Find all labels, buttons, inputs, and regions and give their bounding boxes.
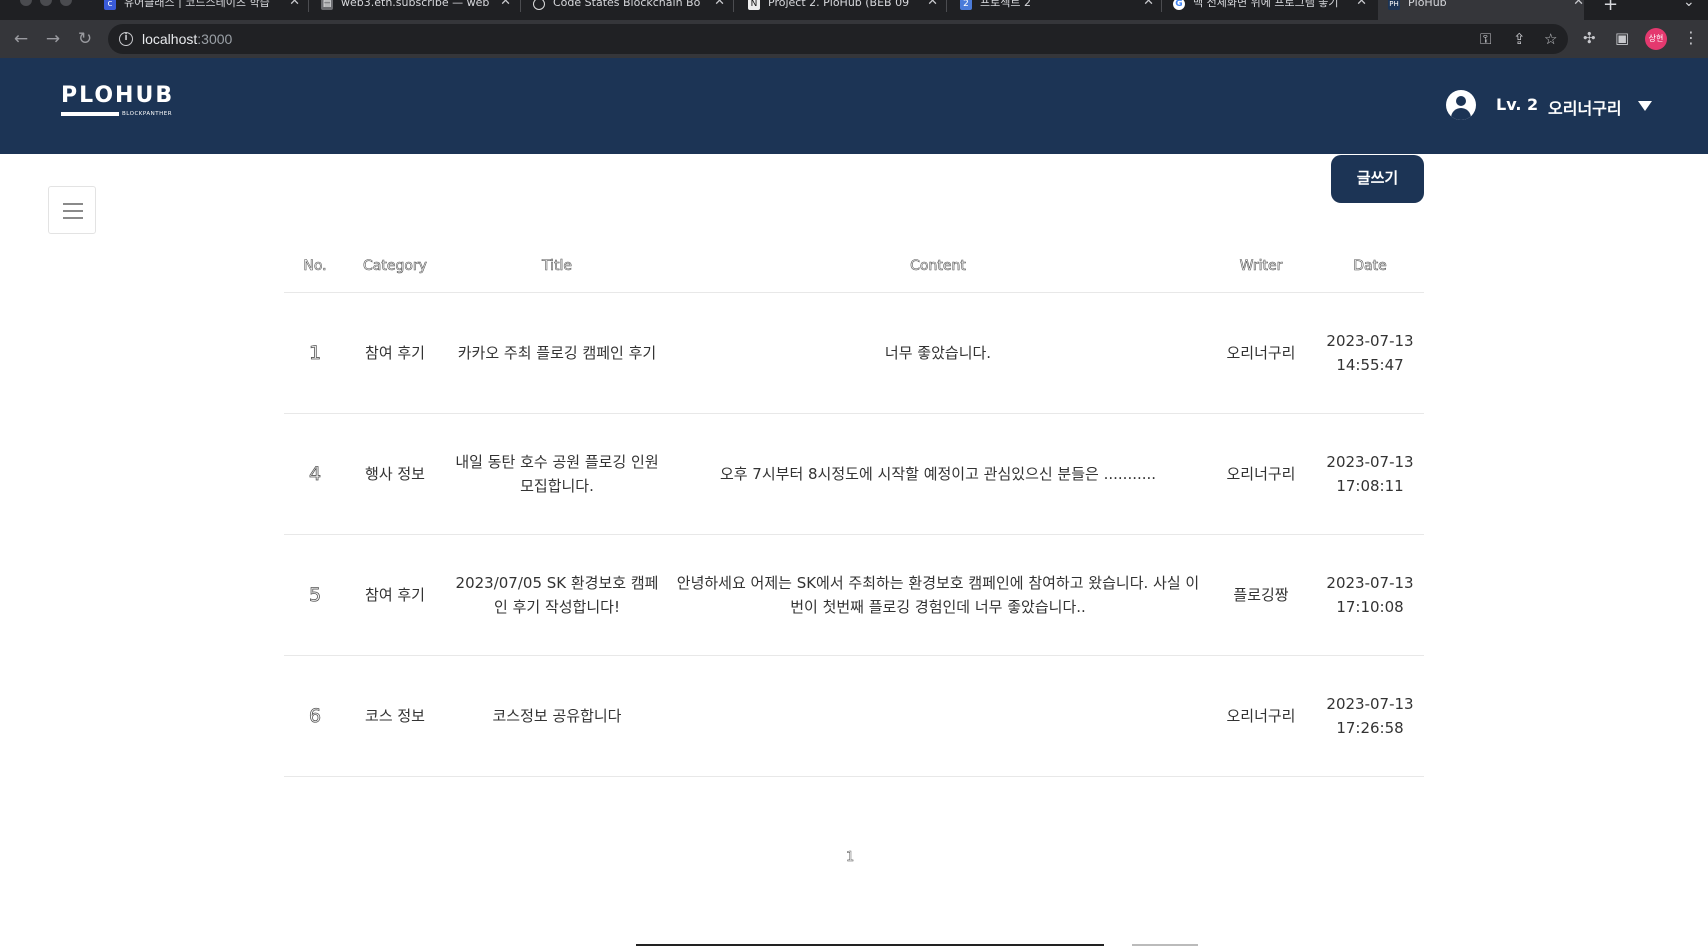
more-menu-icon[interactable]: ⋮ <box>1683 28 1699 47</box>
tab-separator <box>308 0 309 12</box>
tab-close-icon[interactable]: ✕ <box>927 0 938 8</box>
browser-tab[interactable]: ▤ web3.eth.subscribe — web ✕ <box>321 0 511 20</box>
cell-title[interactable]: 코스정보 공유합니다 <box>444 655 670 777</box>
reload-icon[interactable]: ↻ <box>74 28 96 50</box>
tab-favicon-icon: ▤ <box>321 0 333 10</box>
pagination-page-1[interactable]: 1 <box>846 850 855 866</box>
hamburger-menu-button[interactable] <box>48 186 96 234</box>
cell-content: 안녕하세요 어제는 SK에서 주최하는 환경보호 캠페인에 참여하고 왔습니다.… <box>670 534 1206 656</box>
username[interactable]: 오리너구리 <box>1548 95 1622 119</box>
browser-tab[interactable]: G 맥 전체화면 위에 프로그램 놓기 ✕ <box>1173 0 1367 20</box>
address-url[interactable]: localhost:3000 <box>142 31 232 47</box>
cell-title[interactable]: 2023/07/05 SK 환경보호 캠페인 후기 작성합니다! <box>444 534 670 656</box>
extensions-puzzle-icon[interactable]: ✣ <box>1583 29 1596 47</box>
address-bar[interactable]: i localhost:3000 ⚿ ⇪ ☆ <box>108 24 1568 54</box>
cell-date: 2023-07-13 17:26:58 <box>1316 655 1424 777</box>
password-key-icon[interactable]: ⚿ <box>1480 30 1491 48</box>
tab-separator <box>1161 0 1162 12</box>
cell-category: 참여 후기 <box>346 534 444 656</box>
tab-close-icon[interactable]: ✕ <box>1356 0 1367 8</box>
browser-tab-active[interactable]: PH PloHub ✕ <box>1378 0 1584 20</box>
profile-avatar[interactable]: 상현 <box>1645 28 1667 50</box>
cell-title[interactable]: 카카오 주최 플로깅 캠페인 후기 <box>444 292 670 414</box>
new-tab-icon[interactable]: + <box>1603 0 1618 15</box>
browser-tab-strip: c 유어클래스 | 코드스테이츠 학습 ✕ ▤ web3.eth.subscri… <box>0 0 1708 20</box>
table-row[interactable]: 1 참여 후기 카카오 주최 플로깅 캠페인 후기 너무 좋았습니다. 오리너구… <box>284 292 1424 414</box>
cell-date: 2023-07-13 14:55:47 <box>1316 292 1424 414</box>
tab-close-icon[interactable]: ✕ <box>500 0 511 8</box>
cell-content <box>670 655 1206 777</box>
cell-writer: 오리너구리 <box>1206 292 1316 414</box>
forward-arrow-icon[interactable]: → <box>42 28 64 50</box>
column-header-category: Category <box>346 241 444 293</box>
tab-favicon-icon: 2 <box>960 0 972 10</box>
plohub-favicon-icon: PH <box>1388 0 1400 10</box>
write-post-button[interactable]: 글쓰기 <box>1331 155 1424 203</box>
tab-separator <box>733 0 734 12</box>
hamburger-icon <box>63 203 83 205</box>
browser-toolbar: ← → ↻ i localhost:3000 ⚿ ⇪ ☆ ✣ ▣ 상현 ⋮ <box>0 20 1708 58</box>
tab-separator <box>520 0 521 12</box>
side-panel-icon[interactable]: ▣ <box>1615 29 1629 47</box>
cell-no: 4 <box>284 413 346 535</box>
share-icon[interactable]: ⇪ <box>1513 30 1526 48</box>
site-info-icon[interactable]: i <box>119 32 133 46</box>
window-minimize-dot[interactable] <box>40 0 52 6</box>
tab-favicon-icon: c <box>104 0 116 10</box>
column-header-no: No. <box>284 241 346 293</box>
cell-writer: 오리너구리 <box>1206 655 1316 777</box>
google-icon: G <box>1173 0 1185 10</box>
table-row[interactable]: 6 코스 정보 코스정보 공유합니다 오리너구리 2023-07-13 17:2… <box>284 655 1424 777</box>
browser-tab[interactable]: N Project 2. PloHub (BEB 09 ✕ <box>748 0 938 20</box>
table-row[interactable]: 4 행사 정보 내일 동탄 호수 공원 플로깅 인원 모집합니다. 오후 7시부… <box>284 413 1424 535</box>
post-table: No. Category Title Content Writer Date 1… <box>284 241 1424 777</box>
plohub-logo[interactable]: PLOHUB BLOCKPANTHER <box>61 85 174 117</box>
tab-close-icon[interactable]: ✕ <box>289 0 300 8</box>
cell-no: 5 <box>284 534 346 656</box>
cell-date: 2023-07-13 17:08:11 <box>1316 413 1424 535</box>
logo-underline <box>61 112 119 116</box>
tab-close-icon[interactable]: ✕ <box>714 0 725 8</box>
column-header-date: Date <box>1316 241 1424 293</box>
cell-writer: 오리너구리 <box>1206 413 1316 535</box>
column-header-content: Content <box>670 241 1206 293</box>
cell-title[interactable]: 내일 동탄 호수 공원 플로깅 인원 모집합니다. <box>444 413 670 535</box>
tab-separator <box>946 0 947 12</box>
window-close-dot[interactable] <box>20 0 32 6</box>
table-row[interactable]: 5 참여 후기 2023/07/05 SK 환경보호 캠페인 후기 작성합니다!… <box>284 534 1424 656</box>
user-menu-caret-icon[interactable] <box>1638 101 1652 111</box>
cell-content: 너무 좋았습니다. <box>670 292 1206 414</box>
user-avatar-icon[interactable] <box>1446 90 1476 120</box>
table-header-row: No. Category Title Content Writer Date <box>284 241 1424 293</box>
tab-close-icon[interactable]: ✕ <box>1143 0 1154 8</box>
browser-tab[interactable]: Code States Blockchain Bo ✕ <box>533 0 725 20</box>
cell-no: 6 <box>284 655 346 777</box>
back-arrow-icon[interactable]: ← <box>10 28 32 50</box>
bookmark-star-icon[interactable]: ☆ <box>1544 30 1557 48</box>
cell-category: 참여 후기 <box>346 292 444 414</box>
tab-close-icon[interactable]: ✕ <box>1573 0 1584 8</box>
tab-search-icon[interactable]: ⌄ <box>1683 0 1695 10</box>
notion-icon: N <box>748 0 760 10</box>
user-level: Lv. 2 <box>1496 95 1539 114</box>
github-icon <box>533 0 545 10</box>
cell-category: 행사 정보 <box>346 413 444 535</box>
browser-tab[interactable]: c 유어클래스 | 코드스테이츠 학습 ✕ <box>104 0 300 20</box>
cell-date: 2023-07-13 17:10:08 <box>1316 534 1424 656</box>
column-header-writer: Writer <box>1206 241 1316 293</box>
cell-content: 오후 7시부터 8시정도에 시작할 예정이고 관심있으신 분들은 .......… <box>670 413 1206 535</box>
cell-writer: 플로깅짱 <box>1206 534 1316 656</box>
browser-tab[interactable]: 2 프로젝트 2 ✕ <box>960 0 1154 20</box>
window-zoom-dot[interactable] <box>60 0 72 6</box>
column-header-title: Title <box>444 241 670 293</box>
site-header: PLOHUB BLOCKPANTHER Lv. 2 오리너구리 <box>0 58 1708 154</box>
cell-no: 1 <box>284 292 346 414</box>
cell-category: 코스 정보 <box>346 655 444 777</box>
